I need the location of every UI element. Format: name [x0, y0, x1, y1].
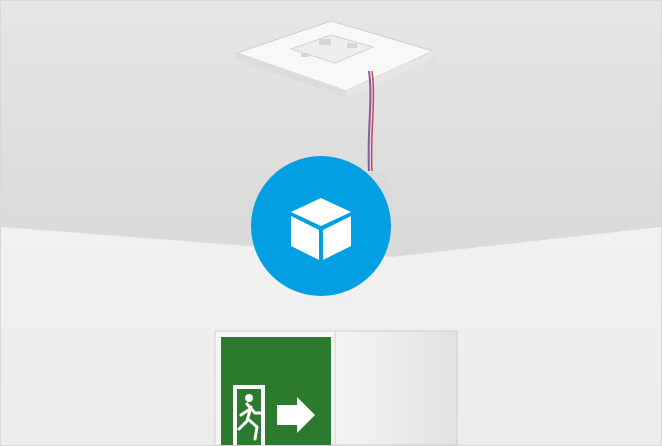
product-viewer	[0, 0, 662, 446]
view-3d-button[interactable]	[251, 156, 391, 296]
exit-sign	[214, 330, 458, 445]
cube-3d-icon	[291, 198, 351, 260]
